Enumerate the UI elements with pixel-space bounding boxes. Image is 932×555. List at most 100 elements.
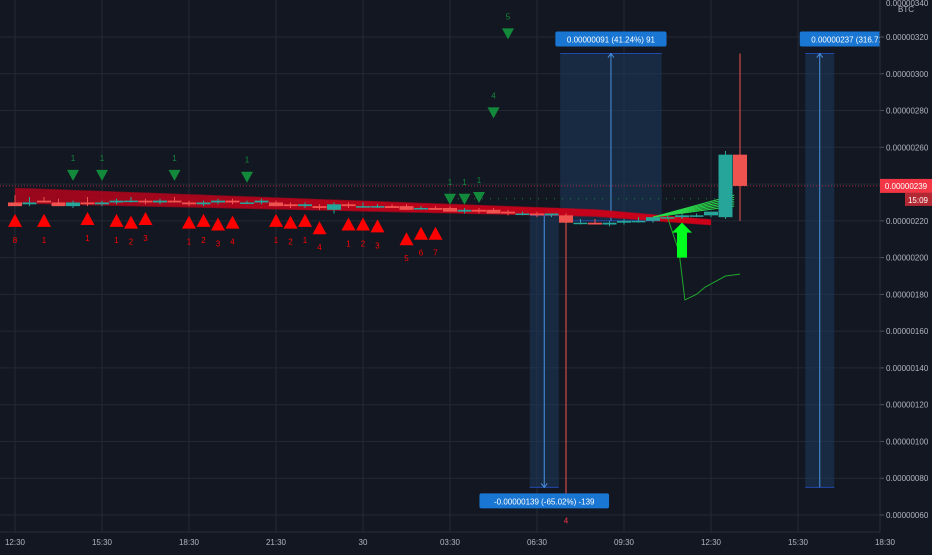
sell-signal-marker xyxy=(502,28,514,40)
candle-body xyxy=(138,200,153,203)
price-tick-label: 0.00000160 xyxy=(886,327,929,336)
candlestick-chart[interactable]: 8 1 1 1 2 3 1 2 3 4 1 2 14 1 2 356 71 1 1 11 1 1454 -0.000001… xyxy=(0,0,932,550)
measure-label: -0.00000139 (-65.02%) -139 xyxy=(494,497,595,506)
candle-body xyxy=(544,213,559,216)
buy-signal-marker xyxy=(356,217,370,231)
sell-signal-marker xyxy=(444,193,456,205)
candle-body xyxy=(327,204,341,210)
candle-body xyxy=(718,154,733,218)
extra-signal-label: 4 xyxy=(564,517,569,526)
price-tick-label: 0.00000200 xyxy=(886,254,929,263)
buy-signal-marker xyxy=(414,226,428,240)
price-tick-label: 0.00000080 xyxy=(886,474,929,483)
candle-body xyxy=(704,211,718,216)
buy-signal-label: 1 xyxy=(346,240,351,249)
candle-body xyxy=(95,202,109,205)
buy-signal-marker xyxy=(312,221,327,235)
buy-signal-label: 1 xyxy=(114,236,119,245)
buy-signal-label: 1 xyxy=(187,238,192,247)
buy-signal-marker xyxy=(211,217,225,231)
candle-body xyxy=(240,202,254,204)
price-axis-bg xyxy=(880,0,932,550)
buy-signal-label: 1 xyxy=(303,236,308,245)
sell-signal-label: 5 xyxy=(506,12,511,21)
candle-body xyxy=(646,217,660,221)
candle-body xyxy=(399,206,414,210)
sell-signal-marker xyxy=(241,171,253,183)
sell-signal-marker xyxy=(487,107,500,119)
buy-signal-marker xyxy=(225,215,240,229)
measure-boxes[interactable] xyxy=(529,52,835,489)
candle-body xyxy=(414,207,428,210)
time-tick-label: 30 xyxy=(359,538,368,547)
candle-body xyxy=(80,202,95,205)
buy-signal-marker xyxy=(428,226,443,240)
candle-body xyxy=(153,200,167,203)
time-axis[interactable]: 12:30 15:30 18:30 21:30 30 03:30 06:30 09:30 12:… xyxy=(0,531,896,547)
candle-body xyxy=(602,222,617,225)
candle-body xyxy=(733,154,747,186)
time-tick-label: 18:30 xyxy=(875,538,896,547)
time-tick-label: 03:30 xyxy=(440,538,461,547)
buy-signal-label: 7 xyxy=(433,249,438,258)
candle-body xyxy=(573,222,588,225)
sell-signal-marker xyxy=(96,169,108,181)
sell-signal-label: 1 xyxy=(477,176,482,185)
candle-body xyxy=(298,204,312,207)
candle-body xyxy=(588,222,602,225)
candle-body xyxy=(341,204,356,207)
buy-signal-label: 2 xyxy=(129,238,134,247)
price-tick-label: 0.00000140 xyxy=(886,364,929,373)
candle-body xyxy=(486,209,501,214)
candle-body xyxy=(472,209,486,212)
price-tick-label: 0.00000060 xyxy=(886,511,929,520)
candle-body xyxy=(312,206,327,208)
buy-signal-label: 2 xyxy=(288,238,293,247)
candle-body xyxy=(211,200,225,203)
countdown-label: 15:09 xyxy=(908,196,929,205)
sell-signal-marker xyxy=(67,169,79,181)
buy-signal-label: 3 xyxy=(375,241,380,250)
candle-body xyxy=(515,213,530,215)
buy-signal-marker xyxy=(283,215,298,229)
time-tick-label: 15:30 xyxy=(92,538,113,547)
time-tick-label: 21:30 xyxy=(266,538,287,547)
buy-signal-label: 1 xyxy=(274,236,279,245)
candle-body xyxy=(225,200,240,203)
price-tick-label: 0.00000320 xyxy=(886,33,929,42)
buy-signal-label: 3 xyxy=(216,240,221,249)
sell-signal-label: 1 xyxy=(245,156,250,165)
buy-signal-marker xyxy=(80,212,95,226)
buy-signal-label: 1 xyxy=(42,236,47,245)
candle-body xyxy=(530,213,544,216)
buy-signal-marker xyxy=(138,212,153,226)
candle-body xyxy=(51,202,66,207)
candle-body xyxy=(385,206,399,208)
candle-body xyxy=(182,202,196,205)
time-tick-label: 12:30 xyxy=(5,538,26,547)
candle-body xyxy=(457,209,472,212)
candle-body xyxy=(8,202,22,207)
candle-body xyxy=(196,202,211,205)
price-axis[interactable]: BTC 0.000000600.000000800.000001000.0000… xyxy=(879,0,932,550)
sell-signal-marker xyxy=(168,169,181,181)
buy-signal-marker xyxy=(399,232,414,246)
buy-signal-marker xyxy=(341,217,356,231)
candle-body xyxy=(66,202,80,207)
current-price-label: 0.00000239 xyxy=(885,182,928,191)
buy-signal-label: 5 xyxy=(404,254,409,263)
price-tick-label: 0.00000180 xyxy=(886,290,929,299)
candle-body xyxy=(428,207,443,210)
chart-root: 811123123412141235671111111454 -0.000001… xyxy=(0,0,932,550)
measure-label: 0.00000091 (41.24%) 91 xyxy=(567,36,656,45)
candle-body xyxy=(617,220,631,223)
buy-signal-label: 8 xyxy=(13,236,18,245)
price-tick-label: 0.00000280 xyxy=(886,107,929,116)
candle-body xyxy=(559,215,573,223)
candle-body xyxy=(22,202,37,205)
price-tick-label: 0.00000220 xyxy=(886,217,929,226)
candle-body xyxy=(124,200,138,203)
sell-signal-label: 1 xyxy=(71,154,76,163)
price-tick-label: 0.00000120 xyxy=(886,401,929,410)
candle-body xyxy=(689,215,704,217)
